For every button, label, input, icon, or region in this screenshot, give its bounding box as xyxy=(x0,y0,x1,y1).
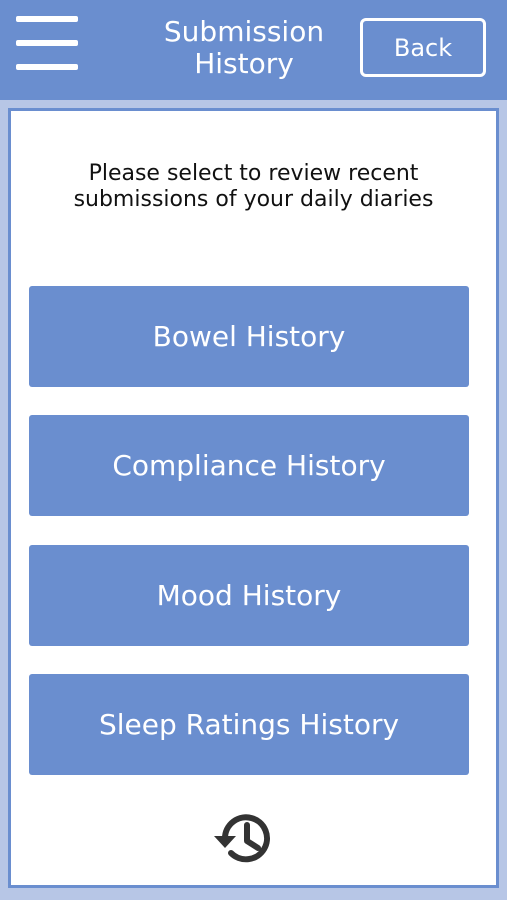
sleep-ratings-history-button[interactable]: Sleep Ratings History xyxy=(29,674,469,775)
instructions-line2: submissions of your daily diaries xyxy=(73,187,434,212)
instructions-line1: Please select to review recent xyxy=(88,161,419,186)
bowel-history-button[interactable]: Bowel History xyxy=(29,286,469,387)
history-icon-svg xyxy=(214,814,270,863)
page-title-line1: Submission xyxy=(163,15,325,48)
compliance-history-button[interactable]: Compliance History xyxy=(29,415,469,516)
menu-line xyxy=(16,40,78,46)
menu-line xyxy=(16,64,78,70)
page-title-line2: History xyxy=(194,47,294,80)
history-icon xyxy=(211,803,281,873)
submission-history-panel: Please select to review recent submissio… xyxy=(8,108,499,888)
mood-history-button[interactable]: Mood History xyxy=(29,545,469,646)
app-header: Submission History Back xyxy=(0,0,507,100)
menu-line xyxy=(16,16,78,22)
instructions-text: Please select to review recent submissio… xyxy=(11,161,496,213)
page-title: Submission History xyxy=(120,16,368,80)
hamburger-menu-icon[interactable] xyxy=(16,16,78,72)
back-button[interactable]: Back xyxy=(360,18,486,77)
